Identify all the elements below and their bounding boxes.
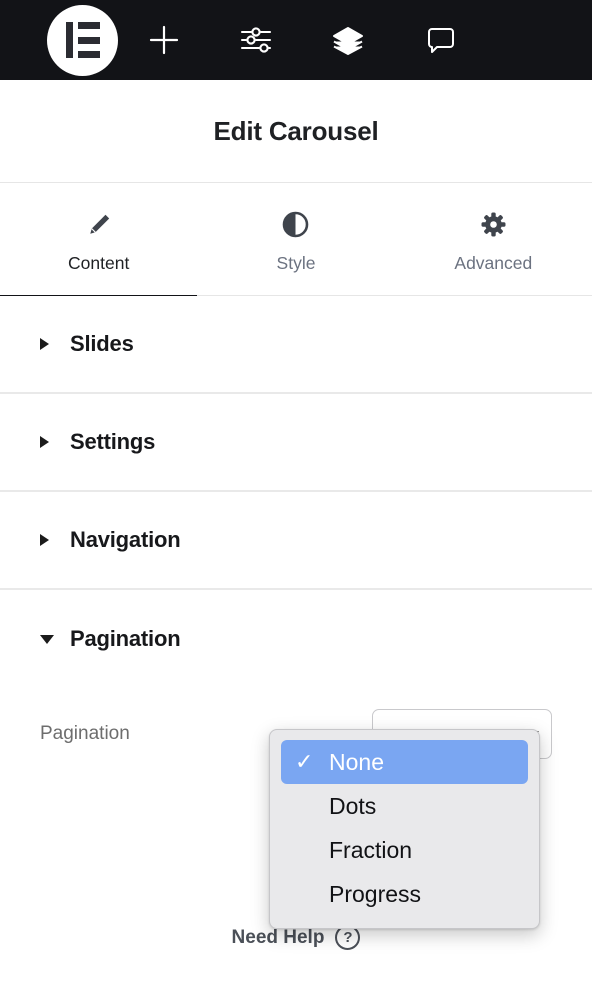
chevron-down-icon [40, 634, 60, 644]
dropdown-option-fraction-label: Fraction [329, 836, 413, 863]
page-title: Edit Carousel [0, 80, 592, 183]
chevron-right-icon [40, 534, 60, 546]
dropdown-option-fraction[interactable]: Fraction [281, 828, 528, 872]
dropdown-option-progress-label: Progress [329, 880, 422, 907]
chevron-right-icon [40, 338, 60, 350]
section-slides-label: Slides [70, 331, 134, 356]
comment-icon [428, 28, 454, 53]
panel-tabs: Content Style Advanced [0, 183, 592, 301]
dropdown-option-dots[interactable]: Dots [281, 784, 528, 828]
layers-icon [333, 27, 363, 55]
section-settings-label: Settings [70, 429, 156, 454]
plus-icon [149, 25, 179, 55]
panel-content: Slides Settings Navigation Pagination Pa… [0, 296, 592, 780]
tab-advanced[interactable]: Advanced [395, 183, 592, 295]
navigator-button[interactable] [302, 0, 394, 80]
need-help-label: Need Help [231, 926, 325, 948]
tab-style[interactable]: Style [197, 183, 394, 295]
dropdown-option-none[interactable]: ✓ None [281, 740, 528, 784]
elementor-logo-icon [65, 22, 100, 58]
section-navigation-label: Navigation [70, 527, 181, 552]
tab-content[interactable]: Content [0, 183, 198, 301]
pagination-field-label: Pagination [40, 723, 130, 744]
section-slides[interactable]: Slides [0, 296, 592, 394]
dropdown-option-dots-label: Dots [329, 792, 377, 819]
editor-topbar [0, 0, 592, 80]
page-settings-button[interactable] [210, 0, 302, 80]
chevron-right-icon [40, 436, 60, 448]
elementor-logo-button[interactable] [47, 4, 118, 76]
section-pagination-label: Pagination [70, 626, 181, 651]
sliders-icon [240, 27, 272, 53]
pencil-icon [86, 211, 112, 239]
dropdown-option-progress[interactable]: Progress [281, 872, 528, 916]
check-icon: ✓ [295, 749, 314, 774]
add-element-button[interactable] [118, 0, 210, 80]
section-navigation[interactable]: Navigation [0, 492, 592, 590]
pagination-dropdown-menu[interactable]: ✓ None Dots Fraction Progress [269, 729, 540, 929]
notes-button[interactable] [394, 0, 486, 80]
section-pagination[interactable]: Pagination [0, 590, 592, 688]
tab-style-label: Style [276, 252, 316, 273]
tab-advanced-label: Advanced [454, 252, 533, 273]
tab-content-label: Content [68, 252, 130, 273]
gear-icon [480, 211, 507, 239]
dropdown-option-none-label: None [329, 748, 384, 775]
section-settings[interactable]: Settings [0, 394, 592, 492]
contrast-icon [282, 211, 309, 239]
